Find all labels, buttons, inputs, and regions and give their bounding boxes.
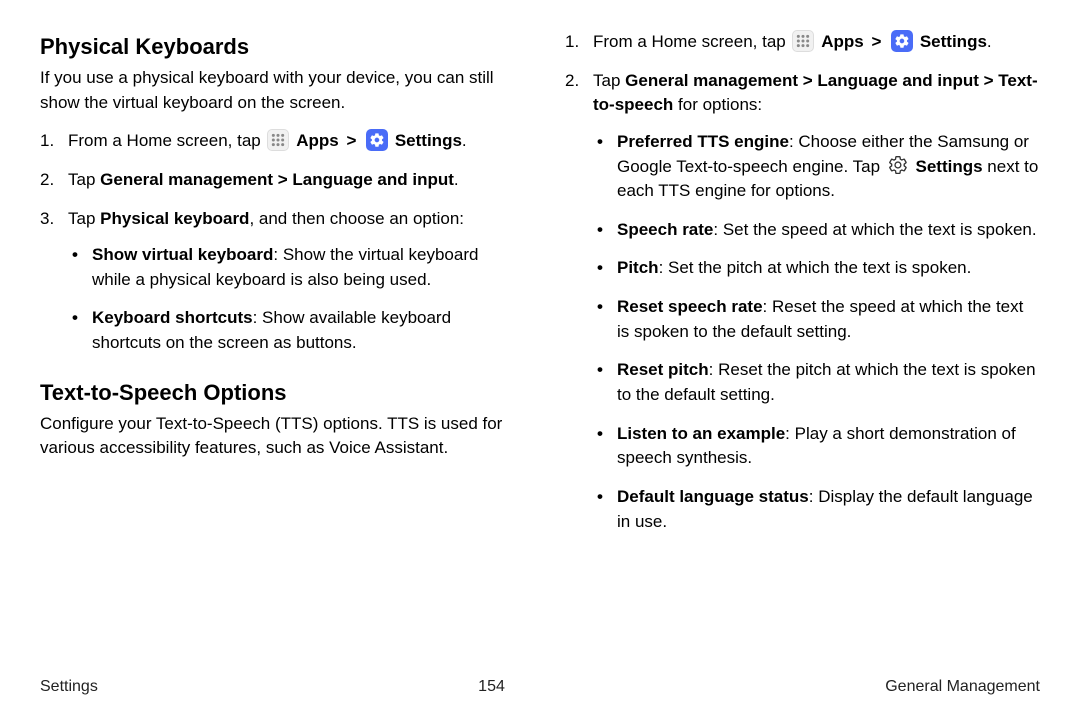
physical-keyboards-steps: From a Home screen, tap Apps > Settings.… — [40, 129, 515, 369]
text: for options: — [673, 95, 762, 114]
page: Physical Keyboards If you use a physical… — [0, 0, 1080, 720]
chevron-right-icon: > — [871, 30, 881, 55]
physical-keyboards-intro: If you use a physical keyboard with your… — [40, 66, 515, 115]
nav-path: General management > Language and input … — [593, 71, 1038, 115]
list-item: Pitch: Set the pitch at which the text i… — [593, 256, 1040, 281]
tts-step-1: From a Home screen, tap Apps > Settings. — [565, 30, 1040, 55]
list-item: Preferred TTS engine: Choose either the … — [593, 130, 1040, 204]
list-item: Default language status: Display the def… — [593, 485, 1040, 534]
chevron-right-icon: > — [346, 129, 356, 154]
option-name: Pitch — [617, 258, 659, 277]
list-item: Show virtual keyboard: Show the virtual … — [68, 243, 515, 292]
gear-icon — [887, 154, 909, 176]
pk-step-3: Tap Physical keyboard, and then choose a… — [40, 207, 515, 356]
apps-label: Apps — [296, 131, 339, 150]
settings-inline-label: Settings — [916, 157, 983, 176]
left-column: Physical Keyboards If you use a physical… — [40, 30, 515, 670]
tts-steps: From a Home screen, tap Apps > Settings.… — [565, 30, 1040, 548]
settings-label: Settings — [920, 32, 987, 51]
text: . — [462, 131, 467, 150]
pk-step-2: Tap General management > Language and in… — [40, 168, 515, 193]
pk-step-1: From a Home screen, tap Apps > Settings. — [40, 129, 515, 154]
pk-options: Show virtual keyboard: Show the virtual … — [68, 243, 515, 356]
text: Tap — [593, 71, 625, 90]
tts-intro: Configure your Text-to-Speech (TTS) opti… — [40, 412, 515, 461]
footer-left: Settings — [40, 678, 98, 696]
settings-icon — [366, 129, 388, 151]
list-item: Reset pitch: Reset the pitch at which th… — [593, 358, 1040, 407]
option-desc: : Set the pitch at which the text is spo… — [659, 258, 972, 277]
right-column: From a Home screen, tap Apps > Settings.… — [565, 30, 1040, 670]
text: . — [987, 32, 992, 51]
option-name: Reset speech rate — [617, 297, 763, 316]
heading-tts-options: Text-to-Speech Options — [40, 380, 515, 406]
nav-path: General management > Language and input — [100, 170, 454, 189]
option-desc: : Set the speed at which the text is spo… — [713, 220, 1036, 239]
page-number: 154 — [478, 678, 505, 696]
text: , and then choose an option: — [249, 209, 464, 228]
option-name: Reset pitch — [617, 360, 709, 379]
text: From a Home screen, tap — [68, 131, 265, 150]
text: From a Home screen, tap — [593, 32, 790, 51]
option-name: Default language status — [617, 487, 809, 506]
apps-icon — [267, 129, 289, 151]
page-footer: Settings 154 General Management — [40, 678, 1040, 696]
footer-right: General Management — [885, 678, 1040, 696]
list-item: Listen to an example: Play a short demon… — [593, 422, 1040, 471]
option-name: Listen to an example — [617, 424, 785, 443]
text: . — [454, 170, 459, 189]
list-item: Speech rate: Set the speed at which the … — [593, 218, 1040, 243]
option-name: Show virtual keyboard — [92, 245, 273, 264]
option-name: Preferred TTS engine — [617, 132, 789, 151]
tts-options: Preferred TTS engine: Choose either the … — [593, 130, 1040, 534]
option-name: Keyboard shortcuts — [92, 308, 253, 327]
list-item: Reset speech rate: Reset the speed at wh… — [593, 295, 1040, 344]
apps-label: Apps — [821, 32, 864, 51]
option-name: Speech rate — [617, 220, 713, 239]
apps-icon — [792, 30, 814, 52]
settings-icon — [891, 30, 913, 52]
tts-step-2: Tap General management > Language and in… — [565, 69, 1040, 535]
text: Tap — [68, 209, 100, 228]
text: Tap — [68, 170, 100, 189]
physical-keyboard-label: Physical keyboard — [100, 209, 249, 228]
settings-label: Settings — [395, 131, 462, 150]
list-item: Keyboard shortcuts: Show available keybo… — [68, 306, 515, 355]
heading-physical-keyboards: Physical Keyboards — [40, 34, 515, 60]
